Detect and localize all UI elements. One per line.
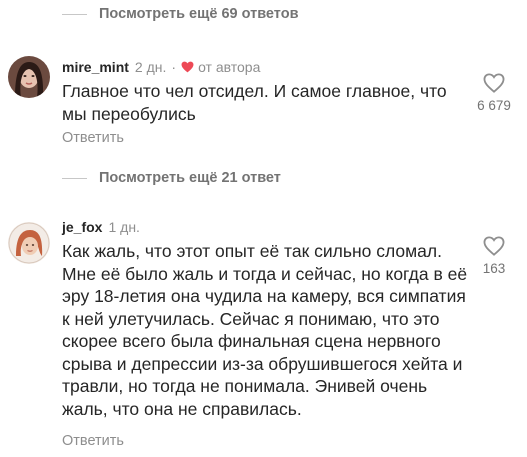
view-more-replies-label: Посмотреть ещё 21 ответ — [99, 170, 281, 186]
view-more-replies-label: Посмотреть ещё 69 ответов — [99, 6, 299, 22]
comment-text: Главное что чел отсидел. И самое главное… — [62, 81, 447, 124]
reply-button[interactable]: Ответить — [62, 433, 124, 449]
heart-outline-icon — [483, 73, 505, 93]
username[interactable]: mire_mint — [62, 59, 129, 75]
separator: · — [171, 59, 177, 75]
comment-text: Как жаль, что этот опыт её так сильно сл… — [62, 241, 468, 419]
comment-meta: je_fox 1 дн. — [62, 219, 140, 235]
like-count: 163 — [482, 261, 506, 276]
username[interactable]: je_fox — [62, 219, 102, 235]
timestamp: 1 дн. — [108, 219, 140, 235]
divider-line — [62, 177, 87, 179]
view-more-replies-button[interactable]: Посмотреть ещё 21 ответ — [62, 170, 281, 186]
reply-button[interactable]: Ответить — [62, 130, 124, 146]
heart-filled-icon — [181, 61, 194, 73]
avatar[interactable] — [8, 56, 50, 98]
view-more-replies-button[interactable]: Посмотреть ещё 69 ответов — [62, 6, 298, 22]
like-button[interactable]: 163 — [464, 236, 524, 276]
timestamp: 2 дн. — [134, 59, 167, 75]
comment-meta: mire_mint 2 дн. · от автора — [62, 59, 260, 75]
like-count: 6 679 — [477, 98, 511, 113]
avatar[interactable] — [8, 222, 50, 264]
divider-line — [62, 13, 87, 15]
heart-outline-icon — [483, 236, 505, 256]
like-button[interactable]: 6 679 — [464, 73, 524, 113]
author-liked-label: от автора — [198, 59, 261, 75]
